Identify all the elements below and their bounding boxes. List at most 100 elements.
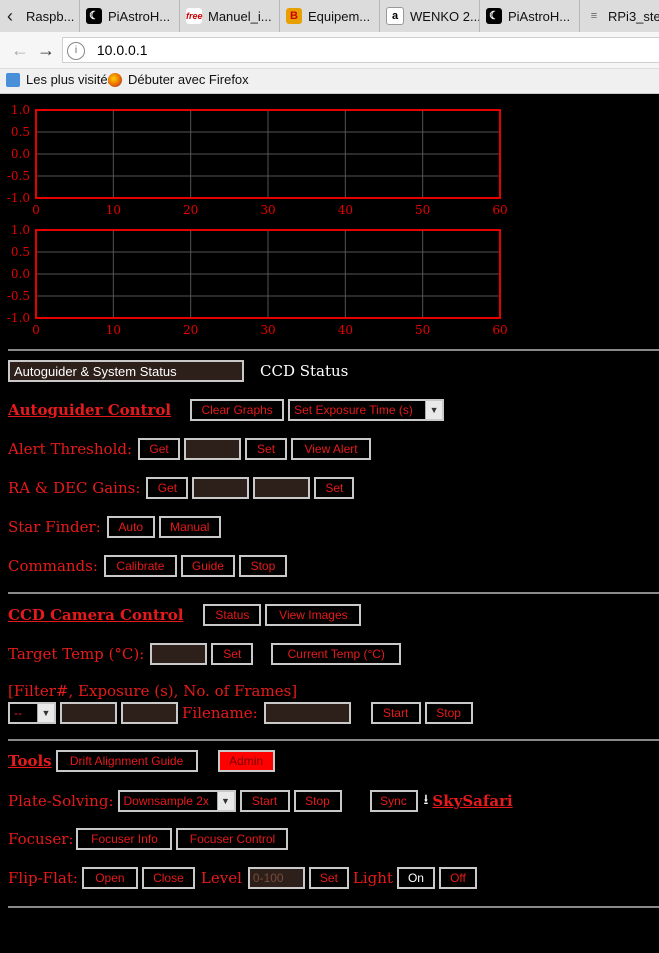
- plate-solving-label: Plate-Solving:: [8, 792, 114, 810]
- stop-guiding-button[interactable]: Stop: [238, 555, 287, 577]
- star-finder-row: Star Finder: Auto Manual: [8, 516, 225, 538]
- browser-tab[interactable]: ☾ PiAstroH...: [480, 0, 580, 32]
- current-temp-button[interactable]: Current Temp (°C): [271, 643, 402, 665]
- view-alert-button[interactable]: View Alert: [291, 438, 372, 460]
- flip-close-button[interactable]: Close: [141, 867, 195, 889]
- downsample-select[interactable]: Downsample 2x ▼: [117, 790, 236, 812]
- manual-button[interactable]: Manual: [158, 516, 221, 538]
- admin-button[interactable]: Admin: [217, 750, 275, 772]
- download-icon: ⭳: [423, 792, 429, 808]
- bookmark-label: Les plus visités: [26, 72, 115, 87]
- info-icon[interactable]: i: [67, 42, 85, 61]
- exposure-select-value: Set Exposure Time (s): [294, 403, 413, 417]
- filename-input[interactable]: [263, 702, 351, 724]
- browser-tab[interactable]: free Manuel_i...: [180, 0, 280, 32]
- light-label: Light: [352, 869, 393, 887]
- level-placeholder: 0-100: [252, 871, 284, 885]
- y-tick-label: 0.5: [11, 125, 30, 139]
- moon-icon: ☾: [486, 8, 502, 24]
- target-temp-input[interactable]: [150, 643, 208, 665]
- y-tick-label: 0.5: [11, 245, 30, 259]
- x-tick-label: 30: [260, 203, 275, 217]
- guide-button[interactable]: Guide: [180, 555, 235, 577]
- light-off-button[interactable]: Off: [438, 867, 477, 889]
- filter-label-row: [Filter#, Exposure (s), No. of Frames]: [8, 682, 297, 700]
- tools-heading-row: Tools Drift Alignment Guide Admin: [8, 750, 279, 772]
- ra-gain-input[interactable]: [192, 477, 250, 499]
- capture-stop-button[interactable]: Stop: [424, 702, 473, 724]
- browser-tab[interactable]: ≡ RPi3_step: [580, 0, 659, 32]
- exposure-input[interactable]: [60, 702, 117, 724]
- capture-start-button[interactable]: Start: [370, 702, 421, 724]
- auto-button[interactable]: Auto: [106, 516, 155, 538]
- frames-input[interactable]: [121, 702, 178, 724]
- divider: [8, 906, 659, 908]
- dec-gain-input[interactable]: [253, 477, 311, 499]
- x-tick-label: 30: [260, 323, 275, 337]
- view-images-button[interactable]: View Images: [265, 604, 362, 626]
- level-set-button[interactable]: Set: [308, 867, 349, 889]
- light-on-button[interactable]: On: [396, 867, 435, 889]
- bookmark-most-visited[interactable]: Les plus visités: [6, 72, 114, 87]
- flip-open-button[interactable]: Open: [81, 867, 138, 889]
- gains-get-button[interactable]: Get: [146, 477, 189, 499]
- status-row: Autoguider & System Status CCD Status: [8, 360, 348, 382]
- browser-tab[interactable]: Raspb...: [20, 0, 80, 32]
- x-tick-label: 40: [338, 203, 353, 217]
- chevron-down-icon: ▼: [425, 401, 443, 419]
- bookmark-getting-started[interactable]: Débuter avec Firefox: [108, 72, 249, 87]
- tab-label: Raspb...: [26, 8, 75, 24]
- target-temp-set-button[interactable]: Set: [211, 643, 254, 665]
- bookmark-label: Débuter avec Firefox: [128, 72, 249, 87]
- calibrate-button[interactable]: Calibrate: [103, 555, 177, 577]
- gains-set-button[interactable]: Set: [314, 477, 355, 499]
- y-tick-label: 1.0: [11, 223, 30, 237]
- tab-label: RPi3_step: [608, 8, 659, 24]
- browser-tab[interactable]: a WENKO 2...: [380, 0, 480, 32]
- bookmarks-bar: Les plus visités Débuter avec Firefox: [0, 69, 659, 94]
- alert-get-button[interactable]: Get: [138, 438, 181, 460]
- y-tick-label: -1.0: [7, 311, 30, 325]
- ccd-heading[interactable]: CCD Camera Control: [8, 606, 183, 624]
- level-input[interactable]: 0-100: [247, 867, 305, 889]
- capture-row: -- ▼ Filename: Start Stop: [8, 702, 477, 724]
- focuser-row: Focuser: Focuser Info Focuser Control: [8, 828, 292, 850]
- tab-scroll-left-icon[interactable]: ‹: [0, 0, 20, 32]
- y-tick-label: -1.0: [7, 191, 30, 205]
- ccd-status-label: CCD Status: [260, 362, 349, 380]
- back-icon[interactable]: ←: [10, 40, 30, 60]
- focuser-info-button[interactable]: Focuser Info: [76, 828, 173, 850]
- plate-solve-stop-button[interactable]: Stop: [293, 790, 342, 812]
- filename-label: Filename:: [182, 704, 258, 722]
- skysafari-link[interactable]: SkySafari: [432, 792, 512, 810]
- browser-tab[interactable]: ☾ PiAstroH...: [80, 0, 180, 32]
- chevron-down-icon: ▼: [37, 704, 54, 722]
- url-bar[interactable]: i 10.0.0.1: [62, 37, 659, 63]
- forward-icon[interactable]: →: [36, 40, 56, 60]
- x-tick-label: 0: [32, 323, 40, 337]
- plate-solving-row: Plate-Solving: Downsample 2x ▼ Start Sto…: [8, 789, 513, 813]
- divider: [8, 592, 659, 594]
- clear-graphs-button[interactable]: Clear Graphs: [190, 399, 285, 421]
- drift-alignment-guide-button[interactable]: Drift Alignment Guide: [55, 750, 198, 772]
- ccd-status-button[interactable]: Status: [203, 604, 262, 626]
- tab-label: Equipem...: [308, 8, 371, 24]
- browser-tab[interactable]: B Equipem...: [280, 0, 380, 32]
- filter-select[interactable]: -- ▼: [8, 702, 56, 724]
- exposure-time-select[interactable]: Set Exposure Time (s) ▼: [288, 399, 445, 421]
- plate-solve-start-button[interactable]: Start: [239, 790, 290, 812]
- y-tick-label: -0.5: [7, 289, 30, 303]
- tools-heading[interactable]: Tools: [8, 752, 52, 770]
- status-select[interactable]: Autoguider & System Status: [8, 360, 244, 382]
- alert-set-button[interactable]: Set: [245, 438, 288, 460]
- x-tick-label: 20: [183, 203, 198, 217]
- focuser-control-button[interactable]: Focuser Control: [176, 828, 289, 850]
- sync-button[interactable]: Sync: [369, 790, 418, 812]
- autoguider-heading[interactable]: Autoguider Control: [8, 401, 171, 419]
- star-finder-label: Star Finder:: [8, 518, 101, 536]
- x-tick-label: 50: [415, 323, 430, 337]
- alert-threshold-input[interactable]: [184, 438, 242, 460]
- x-tick-label: 10: [106, 203, 121, 217]
- moon-icon: ☾: [86, 8, 102, 24]
- file-icon: ≡: [590, 10, 598, 22]
